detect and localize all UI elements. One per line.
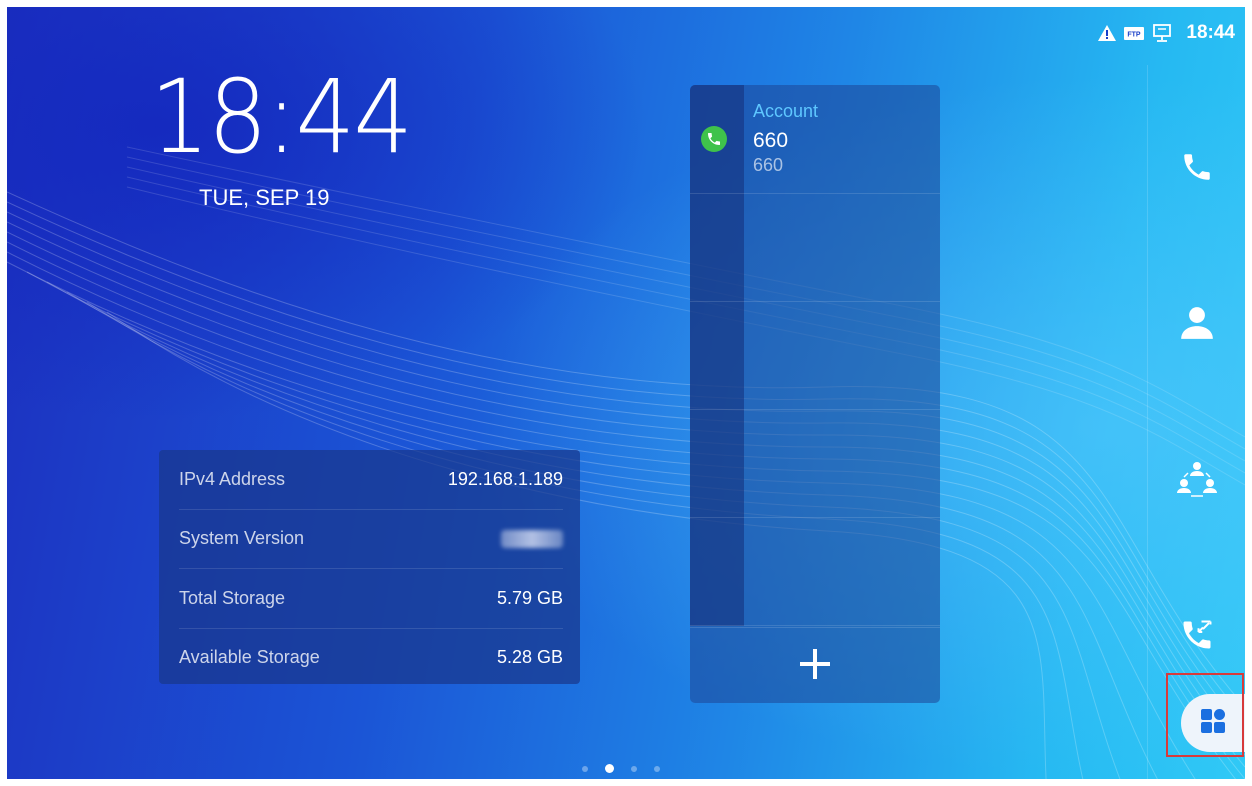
- phone-icon: [1180, 150, 1214, 189]
- clock-date: TUE, SEP 19: [199, 185, 330, 210]
- status-time: 18:44: [1186, 22, 1235, 43]
- clock-time[interactable]: 18:44: [150, 67, 413, 169]
- info-row-available-storage: Available Storage 5.28 GB: [179, 629, 563, 688]
- info-row-ipv4: IPv4 Address 192.168.1.189: [179, 450, 563, 510]
- device-info-widget[interactable]: IPv4 Address 192.168.1.189 System Versio…: [159, 450, 580, 684]
- warning-icon: [1098, 25, 1117, 41]
- account-name: 660: [753, 129, 789, 152]
- info-row-total-storage: Total Storage 5.79 GB: [179, 569, 563, 629]
- account-slot-empty: [690, 301, 940, 410]
- info-label: Available Storage: [179, 647, 320, 668]
- account-slot-empty: [690, 409, 940, 518]
- info-value: 5.79 GB: [496, 587, 563, 608]
- status-bar: FTP 18:44: [1098, 21, 1235, 45]
- plus-icon: [798, 647, 832, 686]
- network-icon: [1152, 23, 1172, 43]
- page-indicator: [582, 764, 660, 773]
- account-label: Account: [753, 101, 819, 121]
- add-account-button[interactable]: [690, 627, 940, 703]
- call-history-button[interactable]: [1148, 607, 1245, 667]
- svg-text:FTP: FTP: [1128, 31, 1142, 38]
- info-value: 192.168.1.189: [447, 468, 563, 489]
- contacts-button[interactable]: [1148, 295, 1245, 355]
- page-dot-active[interactable]: [605, 764, 614, 773]
- page-dot[interactable]: [631, 765, 637, 772]
- right-dock: [1147, 65, 1245, 779]
- account-slot-empty: [690, 517, 940, 626]
- account-slot-empty: [690, 193, 940, 302]
- page-dot[interactable]: [582, 765, 588, 772]
- info-label: IPv4 Address: [179, 468, 286, 489]
- ftp-icon: FTP: [1124, 26, 1145, 40]
- info-row-system-version: System Version: [179, 510, 563, 569]
- conference-icon: [1176, 458, 1218, 505]
- account-number: 660: [753, 155, 784, 175]
- blurred-value: [501, 529, 563, 548]
- conference-button[interactable]: [1148, 451, 1245, 511]
- account-row[interactable]: Account 660 660: [690, 85, 940, 194]
- call-history-icon: [1179, 617, 1215, 658]
- home-screen: FTP 18:44 18:44 TUE, SEP 19 IPv4 Address…: [7, 7, 1245, 779]
- apps-button-highlight: [1166, 673, 1244, 757]
- info-value: 5.28 GB: [496, 647, 563, 668]
- phone-button[interactable]: [1148, 139, 1245, 199]
- contacts-icon: [1178, 304, 1216, 347]
- info-label: Total Storage: [179, 587, 286, 608]
- account-widget: Account 660 660: [690, 85, 940, 703]
- account-status-icon: [701, 126, 727, 152]
- info-label: System Version: [179, 528, 305, 549]
- page-dot[interactable]: [654, 765, 660, 772]
